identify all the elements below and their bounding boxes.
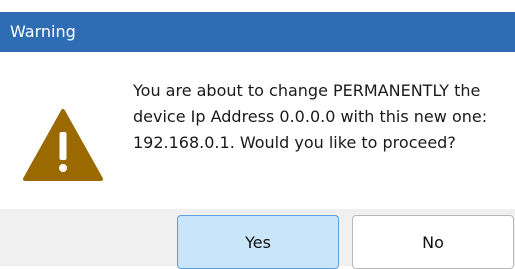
warning-icon: [23, 109, 103, 181]
dialog-titlebar: Warning: [0, 12, 515, 52]
dialog-footer: Yes No: [0, 209, 515, 269]
no-button[interactable]: No: [352, 215, 514, 269]
dialog-message: You are about to change PERMANENTLY the …: [133, 81, 488, 152]
dialog-title: Warning: [10, 22, 76, 41]
dialog-body: You are about to change PERMANENTLY the …: [0, 52, 515, 209]
yes-button[interactable]: Yes: [177, 215, 339, 269]
warning-dialog: Warning You are about to change PERMANEN…: [0, 0, 515, 269]
